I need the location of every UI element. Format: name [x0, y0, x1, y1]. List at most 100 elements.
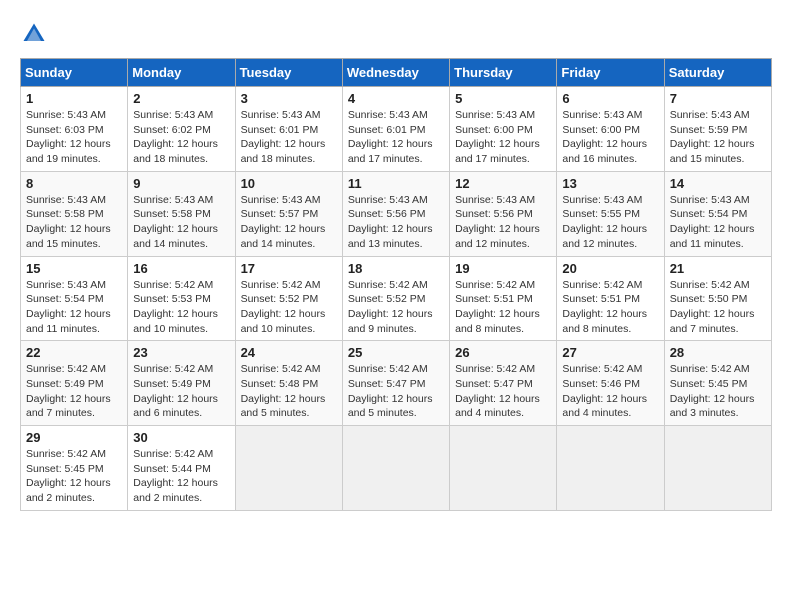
logo-icon — [20, 20, 48, 48]
day-number: 25 — [348, 345, 444, 360]
calendar-cell: 25 Sunrise: 5:42 AMSunset: 5:47 PMDayligh… — [342, 341, 449, 426]
day-number: 14 — [670, 176, 766, 191]
day-info: Sunrise: 5:42 AMSunset: 5:48 PMDaylight:… — [241, 362, 337, 421]
logo — [20, 20, 52, 48]
day-number: 15 — [26, 261, 122, 276]
day-number: 13 — [562, 176, 658, 191]
calendar-cell: 22 Sunrise: 5:42 AMSunset: 5:49 PMDayligh… — [21, 341, 128, 426]
day-number: 10 — [241, 176, 337, 191]
calendar-cell: 14Sunrise: 5:43 AMSunset: 5:54 PMDayligh… — [664, 171, 771, 256]
calendar-cell — [450, 426, 557, 511]
day-number: 18 — [348, 261, 444, 276]
calendar-cell: 15 Sunrise: 5:43 AMSunset: 5:54 PMDayligh… — [21, 256, 128, 341]
calendar-week-2: 8 Sunrise: 5:43 AMSunset: 5:58 PMDaylight… — [21, 171, 772, 256]
day-info: Sunrise: 5:43 AMSunset: 5:54 PMDaylight:… — [26, 278, 122, 337]
calendar-cell: 7Sunrise: 5:43 AMSunset: 5:59 PMDaylight… — [664, 87, 771, 172]
day-number: 12 — [455, 176, 551, 191]
calendar-cell — [342, 426, 449, 511]
day-number: 17 — [241, 261, 337, 276]
day-number: 5 — [455, 91, 551, 106]
day-info: Sunrise: 5:42 AMSunset: 5:46 PMDaylight:… — [562, 362, 658, 421]
day-info: Sunrise: 5:43 AMSunset: 5:58 PMDaylight:… — [133, 193, 229, 252]
day-number: 3 — [241, 91, 337, 106]
day-info: Sunrise: 5:42 AMSunset: 5:53 PMDaylight:… — [133, 278, 229, 337]
calendar-cell: 3 Sunrise: 5:43 AMSunset: 6:01 PMDaylight… — [235, 87, 342, 172]
calendar-cell: 16 Sunrise: 5:42 AMSunset: 5:53 PMDayligh… — [128, 256, 235, 341]
day-info: Sunrise: 5:42 AMSunset: 5:45 PMDaylight:… — [670, 362, 766, 421]
day-info: Sunrise: 5:43 AMSunset: 5:56 PMDaylight:… — [455, 193, 551, 252]
day-number: 27 — [562, 345, 658, 360]
calendar-cell: 8 Sunrise: 5:43 AMSunset: 5:58 PMDaylight… — [21, 171, 128, 256]
day-info: Sunrise: 5:43 AMSunset: 5:58 PMDaylight:… — [26, 193, 122, 252]
page-header — [20, 20, 772, 48]
day-info: Sunrise: 5:42 AMSunset: 5:49 PMDaylight:… — [133, 362, 229, 421]
day-info: Sunrise: 5:42 AMSunset: 5:52 PMDaylight:… — [348, 278, 444, 337]
calendar-header-monday: Monday — [128, 59, 235, 87]
calendar-cell: 5 Sunrise: 5:43 AMSunset: 6:00 PMDaylight… — [450, 87, 557, 172]
day-info: Sunrise: 5:43 AMSunset: 5:55 PMDaylight:… — [562, 193, 658, 252]
calendar-week-1: 1Sunrise: 5:43 AMSunset: 6:03 PMDaylight… — [21, 87, 772, 172]
calendar-cell: 4Sunrise: 5:43 AMSunset: 6:01 PMDaylight… — [342, 87, 449, 172]
calendar-cell: 20 Sunrise: 5:42 AMSunset: 5:51 PMDayligh… — [557, 256, 664, 341]
day-number: 20 — [562, 261, 658, 276]
day-number: 11 — [348, 176, 444, 191]
calendar-cell — [235, 426, 342, 511]
day-number: 24 — [241, 345, 337, 360]
day-info: Sunrise: 5:43 AMSunset: 6:01 PMDaylight:… — [241, 108, 337, 167]
calendar-week-3: 15 Sunrise: 5:43 AMSunset: 5:54 PMDayligh… — [21, 256, 772, 341]
calendar-week-5: 29 Sunrise: 5:42 AMSunset: 5:45 PMDayligh… — [21, 426, 772, 511]
day-number: 2 — [133, 91, 229, 106]
day-number: 4 — [348, 91, 444, 106]
calendar-header-row: SundayMondayTuesdayWednesdayThursdayFrid… — [21, 59, 772, 87]
calendar-cell: 11 Sunrise: 5:43 AMSunset: 5:56 PMDayligh… — [342, 171, 449, 256]
calendar-cell: 12 Sunrise: 5:43 AMSunset: 5:56 PMDayligh… — [450, 171, 557, 256]
calendar-cell: 9 Sunrise: 5:43 AMSunset: 5:58 PMDaylight… — [128, 171, 235, 256]
day-number: 29 — [26, 430, 122, 445]
calendar-header-friday: Friday — [557, 59, 664, 87]
day-info: Sunrise: 5:43 AMSunset: 6:03 PMDaylight:… — [26, 108, 122, 167]
calendar-cell: 21 Sunrise: 5:42 AMSunset: 5:50 PMDayligh… — [664, 256, 771, 341]
calendar-header-tuesday: Tuesday — [235, 59, 342, 87]
calendar-cell — [557, 426, 664, 511]
calendar-header-sunday: Sunday — [21, 59, 128, 87]
day-info: Sunrise: 5:43 AMSunset: 6:00 PMDaylight:… — [562, 108, 658, 167]
day-number: 22 — [26, 345, 122, 360]
day-number: 7 — [670, 91, 766, 106]
calendar-cell: 26 Sunrise: 5:42 AMSunset: 5:47 PMDayligh… — [450, 341, 557, 426]
day-number: 30 — [133, 430, 229, 445]
day-info: Sunrise: 5:42 AMSunset: 5:50 PMDaylight:… — [670, 278, 766, 337]
calendar-cell: 24 Sunrise: 5:42 AMSunset: 5:48 PMDayligh… — [235, 341, 342, 426]
day-info: Sunrise: 5:43 AMSunset: 6:02 PMDaylight:… — [133, 108, 229, 167]
day-info: Sunrise: 5:42 AMSunset: 5:52 PMDaylight:… — [241, 278, 337, 337]
day-number: 8 — [26, 176, 122, 191]
day-info: Sunrise: 5:42 AMSunset: 5:44 PMDaylight:… — [133, 447, 229, 506]
day-number: 9 — [133, 176, 229, 191]
calendar-cell: 6Sunrise: 5:43 AMSunset: 6:00 PMDaylight… — [557, 87, 664, 172]
calendar-header-saturday: Saturday — [664, 59, 771, 87]
calendar-cell: 30 Sunrise: 5:42 AMSunset: 5:44 PMDayligh… — [128, 426, 235, 511]
day-number: 26 — [455, 345, 551, 360]
day-number: 23 — [133, 345, 229, 360]
calendar-cell: 23 Sunrise: 5:42 AMSunset: 5:49 PMDayligh… — [128, 341, 235, 426]
calendar-cell — [664, 426, 771, 511]
calendar-cell: 28Sunrise: 5:42 AMSunset: 5:45 PMDayligh… — [664, 341, 771, 426]
day-number: 16 — [133, 261, 229, 276]
day-info: Sunrise: 5:42 AMSunset: 5:51 PMDaylight:… — [562, 278, 658, 337]
calendar-table: SundayMondayTuesdayWednesdayThursdayFrid… — [20, 58, 772, 511]
day-info: Sunrise: 5:42 AMSunset: 5:51 PMDaylight:… — [455, 278, 551, 337]
calendar-cell: 18 Sunrise: 5:42 AMSunset: 5:52 PMDayligh… — [342, 256, 449, 341]
calendar-cell: 29 Sunrise: 5:42 AMSunset: 5:45 PMDayligh… — [21, 426, 128, 511]
day-info: Sunrise: 5:42 AMSunset: 5:47 PMDaylight:… — [348, 362, 444, 421]
day-info: Sunrise: 5:42 AMSunset: 5:45 PMDaylight:… — [26, 447, 122, 506]
day-info: Sunrise: 5:43 AMSunset: 6:00 PMDaylight:… — [455, 108, 551, 167]
calendar-cell: 2 Sunrise: 5:43 AMSunset: 6:02 PMDaylight… — [128, 87, 235, 172]
calendar-cell: 13 Sunrise: 5:43 AMSunset: 5:55 PMDayligh… — [557, 171, 664, 256]
calendar-cell: 17 Sunrise: 5:42 AMSunset: 5:52 PMDayligh… — [235, 256, 342, 341]
calendar-cell: 27 Sunrise: 5:42 AMSunset: 5:46 PMDayligh… — [557, 341, 664, 426]
calendar-header-wednesday: Wednesday — [342, 59, 449, 87]
calendar-cell: 10Sunrise: 5:43 AMSunset: 5:57 PMDayligh… — [235, 171, 342, 256]
day-info: Sunrise: 5:43 AMSunset: 5:56 PMDaylight:… — [348, 193, 444, 252]
day-info: Sunrise: 5:42 AMSunset: 5:47 PMDaylight:… — [455, 362, 551, 421]
day-number: 21 — [670, 261, 766, 276]
day-info: Sunrise: 5:42 AMSunset: 5:49 PMDaylight:… — [26, 362, 122, 421]
